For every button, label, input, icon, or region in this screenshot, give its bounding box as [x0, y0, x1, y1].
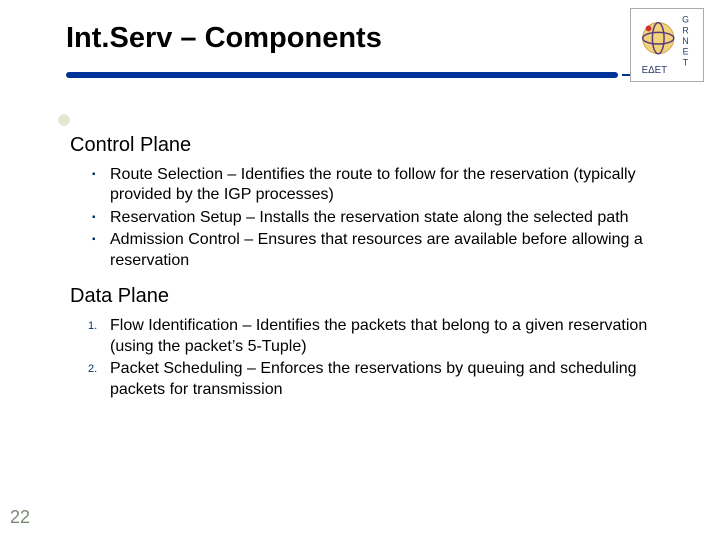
- title-underline: [66, 72, 618, 78]
- svg-text:E: E: [683, 47, 689, 57]
- svg-text:G: G: [682, 15, 689, 25]
- section-heading-data: Data Plane: [70, 285, 660, 308]
- control-plane-list: Route Selection – Identifies the route t…: [70, 165, 660, 271]
- list-item: Route Selection – Identifies the route t…: [96, 165, 660, 206]
- data-plane-list: 1. Flow Identification – Identifies the …: [70, 316, 660, 400]
- list-item: Admission Control – Ensures that resourc…: [96, 230, 660, 271]
- list-item: 2. Packet Scheduling – Enforces the rese…: [96, 359, 660, 400]
- accent-dot-icon: [58, 114, 70, 126]
- list-item: Reservation Setup – Installs the reserva…: [96, 208, 660, 228]
- list-item: 1. Flow Identification – Identifies the …: [96, 316, 660, 357]
- section-heading-control: Control Plane: [70, 134, 660, 157]
- svg-text:R: R: [682, 25, 688, 35]
- grnet-logo-icon: G R N E T ΕΔΕΤ: [631, 9, 703, 81]
- content-area: Control Plane Route Selection – Identifi…: [70, 130, 660, 402]
- list-item-text: Reservation Setup – Installs the reserva…: [110, 209, 629, 226]
- list-item-text: Flow Identification – Identifies the pac…: [110, 317, 647, 354]
- slide-number: 22: [10, 507, 30, 528]
- list-number: 2.: [88, 362, 97, 376]
- list-number: 1.: [88, 319, 97, 333]
- slide-title: Int.Serv – Components: [66, 22, 620, 55]
- logo-bottom-text: ΕΔΕΤ: [642, 65, 667, 76]
- svg-text:T: T: [683, 57, 689, 67]
- svg-text:N: N: [682, 36, 688, 46]
- slide: Int.Serv – Components G R N E T ΕΔΕΤ Con…: [0, 0, 720, 540]
- title-area: Int.Serv – Components: [66, 22, 620, 55]
- grnet-logo: G R N E T ΕΔΕΤ: [630, 8, 704, 82]
- list-item-text: Packet Scheduling – Enforces the reserva…: [110, 360, 637, 397]
- list-item-text: Admission Control – Ensures that resourc…: [110, 231, 643, 268]
- list-item-text: Route Selection – Identifies the route t…: [110, 166, 636, 203]
